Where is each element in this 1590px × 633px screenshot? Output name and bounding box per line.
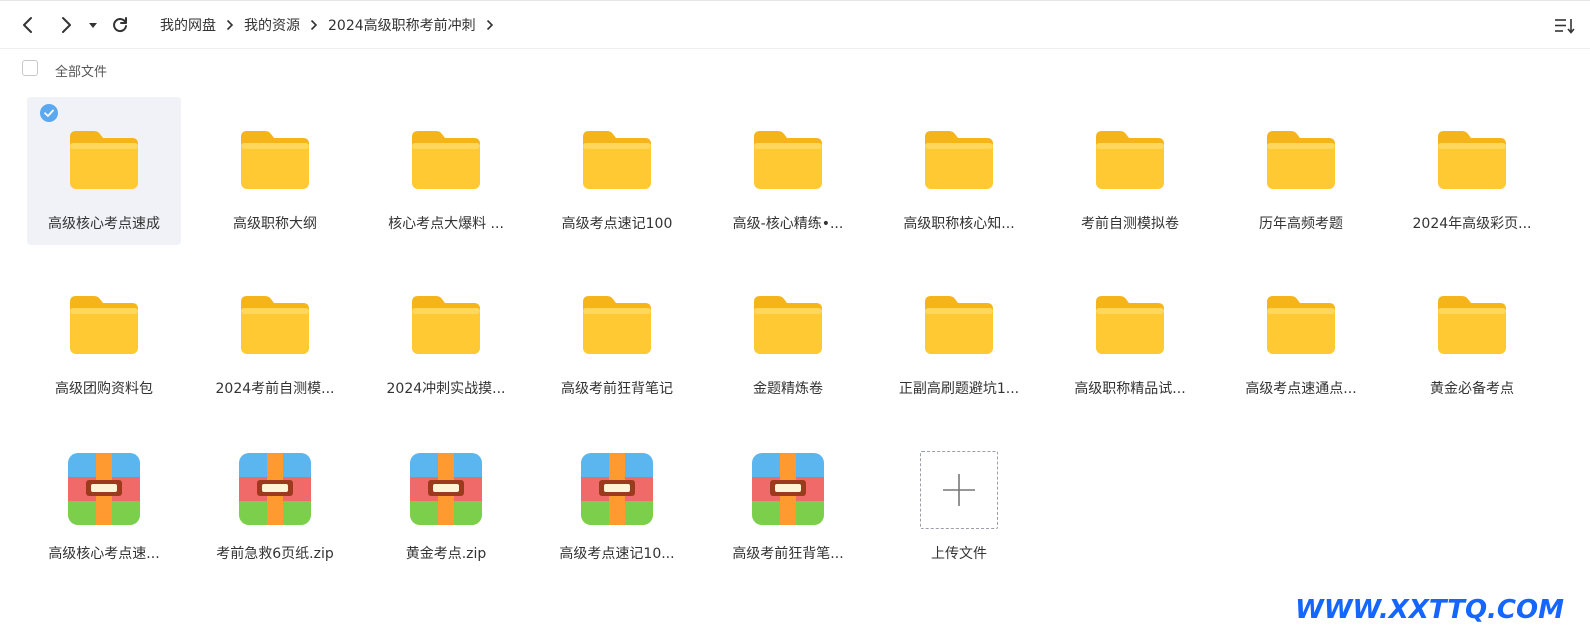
- plus-icon: [943, 474, 975, 506]
- watermark: WWW.XXTTQ.COM: [1295, 595, 1564, 625]
- folder-icon: [921, 286, 997, 362]
- folder-item[interactable]: 高级职称大纲: [198, 97, 352, 245]
- upload-file-tile[interactable]: 上传文件: [882, 427, 1036, 575]
- file-grid: 高级核心考点速成 高级职称大纲 核心考点大爆料 ... 高级考点速记100 高级-核心精…: [27, 97, 1572, 575]
- file-name-label: 高级职称大纲: [233, 216, 317, 232]
- upload-drop-box[interactable]: [920, 451, 998, 529]
- folder-item[interactable]: 黄金必备考点: [1395, 262, 1549, 410]
- folder-icon: [408, 121, 484, 197]
- folder-icon: [1092, 121, 1168, 197]
- file-name-label: 高级职称核心知...: [903, 216, 1015, 232]
- file-name-label: 高级考点速记100: [561, 216, 673, 232]
- zip-file-item[interactable]: 高级核心考点速...: [27, 427, 181, 575]
- folder-icon: [237, 121, 313, 197]
- caret-down-icon: [89, 23, 97, 28]
- folder-item[interactable]: 高级考点速记100: [540, 97, 694, 245]
- breadcrumb-item-my-resources[interactable]: 我的资源: [244, 15, 300, 35]
- folder-item[interactable]: 2024年高级彩页...: [1395, 97, 1549, 245]
- folder-icon: [750, 121, 826, 197]
- folder-item[interactable]: 高级考点速通点...: [1224, 262, 1378, 410]
- folder-item[interactable]: 高级团购资料包: [27, 262, 181, 410]
- breadcrumb-item-my-drive[interactable]: 我的网盘: [160, 15, 216, 35]
- refresh-button[interactable]: [110, 15, 130, 35]
- file-name-label: 黄金必备考点: [1430, 381, 1514, 397]
- file-name-label: 高级考前狂背笔记: [561, 381, 673, 397]
- folder-item[interactable]: 2024考前自测模...: [198, 262, 352, 410]
- folder-icon: [1092, 286, 1168, 362]
- file-name-label: 高级考前狂背笔...: [732, 546, 844, 562]
- folder-item[interactable]: 高级-核心精练•...: [711, 97, 865, 245]
- file-name-label: 考前急救6页纸.zip: [216, 546, 334, 562]
- folder-icon: [237, 286, 313, 362]
- zip-file-item[interactable]: 高级考点速记10...: [540, 427, 694, 575]
- folder-icon: [579, 286, 655, 362]
- folder-icon: [1263, 121, 1339, 197]
- folder-icon: [1434, 121, 1510, 197]
- file-name-label: 黄金考点.zip: [405, 546, 487, 562]
- select-all-checkbox[interactable]: [22, 60, 38, 76]
- file-list-header: 全部文件: [0, 50, 1590, 90]
- zip-archive-icon: [66, 451, 142, 527]
- file-name-label: 2024考前自测模...: [215, 381, 335, 397]
- folder-item[interactable]: 高级核心考点速成: [27, 97, 181, 245]
- sort-button[interactable]: [1554, 17, 1576, 35]
- zip-file-item[interactable]: 黄金考点.zip: [369, 427, 523, 575]
- zip-file-item[interactable]: 考前急救6页纸.zip: [198, 427, 352, 575]
- zip-archive-icon: [237, 451, 313, 527]
- zip-archive-icon: [408, 451, 484, 527]
- file-name-label: 高级团购资料包: [55, 381, 153, 397]
- file-name-label: 核心考点大爆料 ...: [388, 216, 504, 232]
- folder-item[interactable]: 金题精炼卷: [711, 262, 865, 410]
- file-name-label: 高级考点速通点...: [1245, 381, 1357, 397]
- file-name-label: 高级核心考点速成: [48, 216, 160, 232]
- chevron-left-icon: [23, 17, 32, 33]
- chevron-right-icon: [486, 19, 494, 31]
- chevron-right-icon: [226, 19, 234, 31]
- folder-item[interactable]: 高级职称精品试...: [1053, 262, 1207, 410]
- folder-icon: [579, 121, 655, 197]
- toolbar: 我的网盘 我的资源 2024高级职称考前冲刺: [0, 1, 1590, 49]
- folder-icon: [1434, 286, 1510, 362]
- chevron-right-icon: [62, 17, 71, 33]
- zip-archive-icon: [750, 451, 826, 527]
- folder-icon: [1263, 286, 1339, 362]
- upload-file-label: 上传文件: [931, 546, 987, 562]
- refresh-icon: [113, 17, 127, 33]
- file-name-label: 正副高刷题避坑1...: [898, 381, 1020, 397]
- file-name-label: 考前自测模拟卷: [1081, 216, 1179, 232]
- folder-item[interactable]: 2024冲刺实战摸...: [369, 262, 523, 410]
- folder-item[interactable]: 正副高刷题避坑1...: [882, 262, 1036, 410]
- folder-item[interactable]: 历年高频考题: [1224, 97, 1378, 245]
- forward-button[interactable]: [56, 15, 76, 35]
- folder-item[interactable]: 高级职称核心知...: [882, 97, 1036, 245]
- folder-icon: [921, 121, 997, 197]
- file-name-label: 历年高频考题: [1259, 216, 1343, 232]
- file-name-label: 高级核心考点速...: [48, 546, 160, 562]
- zip-file-item[interactable]: 高级考前狂背笔...: [711, 427, 865, 575]
- breadcrumb-item-current-folder[interactable]: 2024高级职称考前冲刺: [328, 15, 476, 35]
- folder-icon: [408, 286, 484, 362]
- check-circle-icon[interactable]: [40, 104, 58, 122]
- file-name-label: 高级职称精品试...: [1074, 381, 1186, 397]
- folder-icon: [66, 121, 142, 197]
- zip-archive-icon: [579, 451, 655, 527]
- chevron-right-icon: [310, 19, 318, 31]
- folder-item[interactable]: 考前自测模拟卷: [1053, 97, 1207, 245]
- file-name-label: 高级-核心精练•...: [732, 216, 844, 232]
- sort-list-icon: [1555, 19, 1575, 34]
- folder-item[interactable]: 核心考点大爆料 ...: [369, 97, 523, 245]
- history-dropdown-button[interactable]: [86, 15, 100, 35]
- folder-icon: [750, 286, 826, 362]
- file-name-label: 2024年高级彩页...: [1412, 216, 1532, 232]
- file-name-label: 金题精炼卷: [753, 381, 823, 397]
- file-name-label: 高级考点速记10...: [559, 546, 675, 562]
- file-name-label: 2024冲刺实战摸...: [386, 381, 506, 397]
- back-button[interactable]: [18, 15, 38, 35]
- folder-item[interactable]: 高级考前狂背笔记: [540, 262, 694, 410]
- breadcrumb: 我的网盘 我的资源 2024高级职称考前冲刺: [160, 15, 504, 35]
- all-files-label: 全部文件: [55, 65, 108, 80]
- folder-icon: [66, 286, 142, 362]
